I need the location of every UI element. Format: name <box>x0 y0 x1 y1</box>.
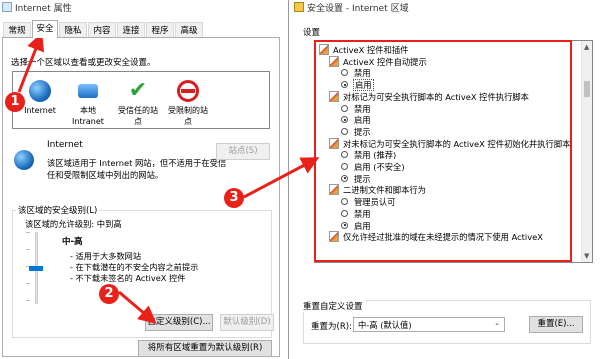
arrow-3 <box>243 157 320 199</box>
annotation-badge-3: 3 <box>224 188 244 208</box>
annotation-arrows <box>17 32 320 324</box>
annotation-badge-2: 2 <box>99 284 119 304</box>
arrow-2 <box>118 290 157 324</box>
annotation-badge-1: 1 <box>5 92 25 112</box>
arrow-1 <box>17 32 45 93</box>
tab-1[interactable]: 安全 <box>32 20 58 38</box>
